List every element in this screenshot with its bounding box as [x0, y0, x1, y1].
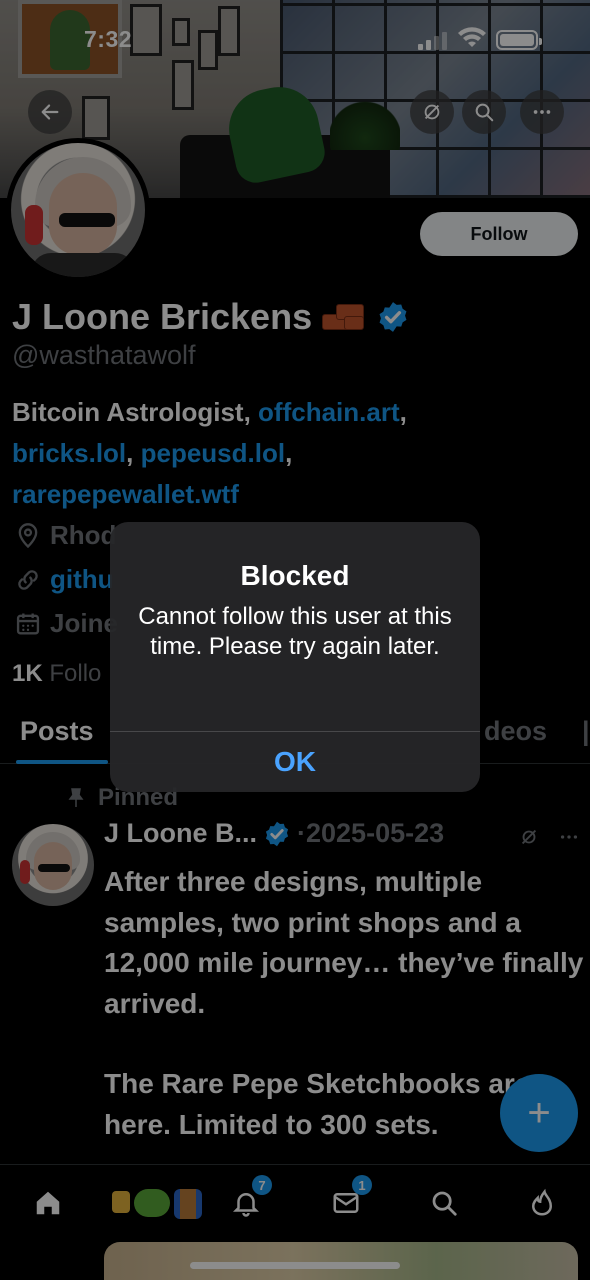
alert-ok-button[interactable]: OK [110, 732, 480, 792]
alert-title: Blocked [240, 560, 350, 591]
alert-message: Cannot follow this user at this time. Pl… [138, 603, 452, 660]
blocked-alert-dialog: Blocked Cannot follow this user at this … [110, 522, 480, 792]
